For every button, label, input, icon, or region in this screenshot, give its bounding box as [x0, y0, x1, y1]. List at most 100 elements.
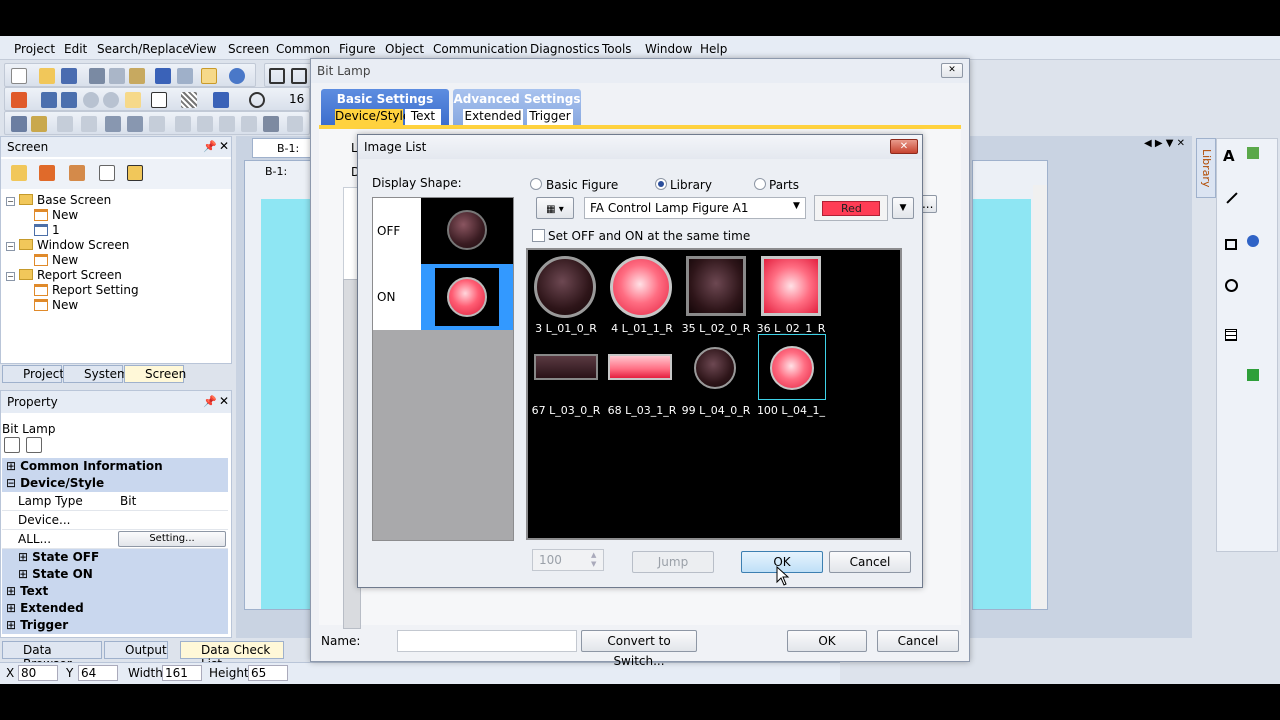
- tab-scroll-icon[interactable]: ◀ ▶ ▼ ✕: [1144, 138, 1185, 149]
- circle-tool-icon[interactable]: [1225, 279, 1238, 292]
- save-icon[interactable]: [61, 68, 77, 84]
- prop-row-device[interactable]: Device...: [2, 511, 228, 530]
- line-tool-icon[interactable]: [1226, 192, 1238, 204]
- snap-icon[interactable]: [263, 116, 279, 132]
- tab-system[interactable]: System: [63, 365, 129, 383]
- color-select[interactable]: Red: [814, 195, 888, 221]
- tree-item-report-screen[interactable]: − Report Screen: [6, 268, 139, 283]
- tree-item-report-new[interactable]: New: [6, 298, 139, 313]
- pattern-icon[interactable]: [181, 92, 197, 108]
- library-browse-button[interactable]: ▦ ▾: [536, 197, 574, 219]
- tab-screen[interactable]: Screen: [124, 365, 186, 383]
- editor-tab-b1[interactable]: B-1:: [252, 138, 312, 158]
- align-right-icon[interactable]: [105, 116, 121, 132]
- image-99-l-04-0-r[interactable]: [694, 347, 736, 389]
- add-folder-icon[interactable]: [11, 165, 27, 181]
- flip-icon[interactable]: [197, 116, 213, 132]
- tab-advanced-settings[interactable]: Advanced Settings Extended Trigger: [453, 89, 581, 127]
- tab-basic-settings[interactable]: Basic Settings Device/Style Text: [321, 89, 449, 127]
- select-pointer-icon[interactable]: [201, 68, 217, 84]
- menu-object[interactable]: Object: [385, 42, 424, 56]
- menu-communication[interactable]: Communication: [433, 42, 528, 56]
- tree-item-screen-1[interactable]: 1: [6, 223, 139, 238]
- order-icon[interactable]: [287, 116, 303, 132]
- image-list-cancel-button[interactable]: Cancel: [829, 551, 911, 573]
- jump-button[interactable]: Jump: [632, 551, 714, 573]
- zoom-icon[interactable]: [249, 92, 265, 108]
- align-bottom-icon[interactable]: [149, 116, 165, 132]
- table-tool-icon[interactable]: [1225, 329, 1237, 341]
- rotate-icon[interactable]: [175, 116, 191, 132]
- menu-common[interactable]: Common: [276, 42, 330, 56]
- tab-data-browser[interactable]: Data Browser: [2, 641, 102, 671]
- close-icon[interactable]: ✕: [219, 394, 229, 408]
- all-setting-button[interactable]: Setting...: [118, 531, 226, 547]
- pin-icon[interactable]: 📌: [203, 395, 217, 408]
- prop-section-device-style[interactable]: ⊟ Device/Style: [2, 475, 228, 492]
- radio-parts[interactable]: [754, 178, 766, 190]
- tab-data-check-list[interactable]: Data Check List: [180, 641, 284, 671]
- rectangle-tool-icon[interactable]: [1225, 239, 1237, 250]
- convert-to-switch-button[interactable]: Convert to Switch...: [581, 630, 697, 668]
- prop-sub-state-off[interactable]: ⊞ State OFF: [2, 549, 228, 566]
- prop-section-common-info[interactable]: ⊞ Common Information: [2, 458, 228, 475]
- add-tool-icon[interactable]: [1247, 369, 1259, 381]
- image-68-l-03-1-r[interactable]: [608, 354, 672, 380]
- menu-figure[interactable]: Figure: [339, 42, 376, 56]
- image-4-l-01-1-r[interactable]: [610, 256, 672, 318]
- prop-row-all[interactable]: ALL... Setting...: [2, 530, 228, 549]
- prop-section-trigger[interactable]: ⊞ Trigger: [2, 617, 228, 634]
- prop-section-extended[interactable]: ⊞ Extended: [2, 600, 228, 617]
- library-select[interactable]: FA Control Lamp Figure A1 ▼: [584, 197, 806, 219]
- tree-item-base-screen[interactable]: − Base Screen: [6, 193, 139, 208]
- sort-category-icon[interactable]: [4, 437, 20, 453]
- spinner-icon[interactable]: ▲ ▼: [591, 551, 596, 569]
- radio-basic-figure[interactable]: [530, 178, 542, 190]
- subtab-text[interactable]: Text: [405, 109, 441, 125]
- switch-tool-icon[interactable]: [1247, 147, 1259, 159]
- menu-project[interactable]: Project: [14, 42, 55, 56]
- menu-view[interactable]: View: [188, 42, 216, 56]
- fill-icon[interactable]: [213, 92, 229, 108]
- screen-canvas-right[interactable]: [973, 199, 1031, 609]
- window-tile-icon[interactable]: [291, 68, 307, 84]
- image-36-l-02-1-r[interactable]: [761, 256, 821, 316]
- subtab-extended[interactable]: Extended: [463, 109, 523, 125]
- y-field[interactable]: 64: [78, 665, 118, 681]
- pin-icon[interactable]: 📌: [203, 140, 217, 153]
- prop-sub-state-on[interactable]: ⊞ State ON: [2, 566, 228, 583]
- screen-icon[interactable]: [41, 92, 57, 108]
- delete-screen-icon[interactable]: [39, 165, 55, 181]
- add-screen-icon[interactable]: [11, 92, 27, 108]
- back-icon[interactable]: [83, 92, 99, 108]
- lamp-tool-icon[interactable]: [1247, 235, 1259, 247]
- layout-icon[interactable]: [125, 92, 141, 108]
- new-icon[interactable]: [11, 68, 27, 84]
- subtab-device-style[interactable]: Device/Style: [335, 109, 410, 125]
- image-3-l-01-0-r[interactable]: [534, 256, 596, 318]
- tree-item-window-new[interactable]: New: [6, 253, 139, 268]
- bit-lamp-close-button[interactable]: ✕: [941, 63, 963, 78]
- menu-screen[interactable]: Screen: [228, 42, 269, 56]
- group-icon[interactable]: [11, 116, 27, 132]
- bit-lamp-ok-button[interactable]: OK: [787, 630, 867, 652]
- prop-section-text[interactable]: ⊞ Text: [2, 583, 228, 600]
- tree-item-base-new[interactable]: New: [6, 208, 139, 223]
- align-top-icon[interactable]: [127, 116, 143, 132]
- image-35-l-02-0-r[interactable]: [686, 256, 746, 316]
- import-screen-icon[interactable]: [69, 165, 85, 181]
- menu-edit[interactable]: Edit: [64, 42, 87, 56]
- menu-window[interactable]: Window: [645, 42, 692, 56]
- subtab-trigger[interactable]: Trigger: [527, 109, 573, 125]
- window-screen-icon[interactable]: [61, 92, 77, 108]
- close-icon[interactable]: ✕: [219, 139, 229, 153]
- tree-item-window-screen[interactable]: − Window Screen: [6, 238, 139, 253]
- menu-diagnostics[interactable]: Diagnostics: [530, 42, 600, 56]
- tab-project[interactable]: Project: [2, 365, 64, 383]
- cut-icon[interactable]: [89, 68, 105, 84]
- mirror-icon[interactable]: [219, 116, 235, 132]
- jump-number-input[interactable]: 100 ▲ ▼: [532, 549, 604, 571]
- zoom-value[interactable]: 16: [289, 92, 304, 106]
- redo-icon[interactable]: [177, 68, 193, 84]
- window-cascade-icon[interactable]: [269, 68, 285, 84]
